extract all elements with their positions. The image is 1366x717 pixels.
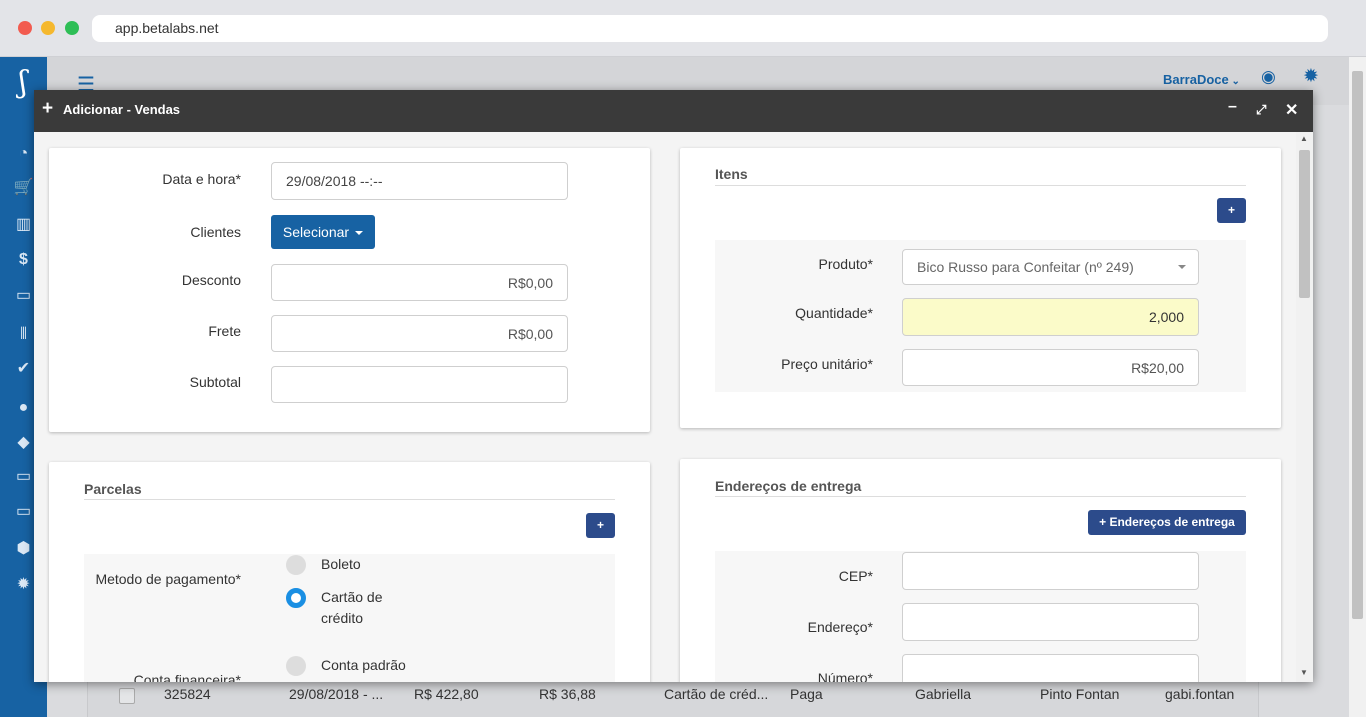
payment-method-label: Metodo de pagamento* [95, 571, 241, 587]
modal-header: + Adicionar - Vendas – ⤢ ✕ [34, 90, 1313, 132]
radio-default-account[interactable] [286, 656, 306, 676]
select-client-label: Selecionar [282, 224, 350, 240]
minimize-modal-button[interactable]: – [1228, 98, 1237, 116]
date-input[interactable]: 29/08/2018 --:-- [271, 162, 568, 200]
minimize-window-button[interactable] [41, 21, 55, 35]
subtotal-input[interactable] [271, 366, 568, 403]
number-input[interactable] [902, 654, 1199, 682]
expand-modal-button[interactable]: ⤢ [1256, 102, 1266, 118]
close-window-button[interactable] [18, 21, 32, 35]
subtotal-label: Subtotal [189, 374, 241, 390]
table-cell-payment: Cartão de créd... [664, 686, 769, 702]
item-row: Produto* Bico Russo para Confeitar (nº 2… [715, 240, 1246, 392]
page-scrollbar-thumb[interactable] [1352, 71, 1363, 619]
installments-title: Parcelas [84, 481, 142, 497]
discount-label: Desconto [181, 272, 241, 288]
installments-card: Parcelas + Metodo de pagamento* Boleto C… [49, 462, 650, 682]
maximize-window-button[interactable] [65, 21, 79, 35]
caret-down-icon [355, 231, 364, 236]
add-installment-button[interactable]: + [586, 513, 615, 538]
delivery-title: Endereços de entrega [715, 478, 862, 494]
scroll-down-icon[interactable]: ▼ [1300, 668, 1308, 677]
modal-scrollbar[interactable]: ▲ ▼ [1296, 132, 1313, 682]
quantity-input[interactable]: 2,000 [902, 298, 1199, 336]
table-cell-total: R$ 422,80 [414, 686, 479, 702]
freight-label: Frete [208, 323, 241, 339]
table-cell-first-name: Gabriella [915, 686, 972, 702]
clients-label: Clientes [190, 224, 241, 240]
modal-title: Adicionar - Vendas [63, 102, 181, 117]
items-divider [715, 185, 1246, 186]
product-value: Bico Russo para Confeitar (nº 249) [917, 259, 1134, 275]
modal-body: Data e hora* 29/08/2018 --:-- Clientes S… [34, 132, 1313, 682]
url-bar[interactable]: app.betalabs.net [92, 15, 1328, 42]
plus-icon: + [42, 98, 54, 119]
installment-row: Metodo de pagamento* Boleto Cartão de cr… [84, 554, 615, 682]
table-cell-status: Paga [790, 686, 823, 702]
add-item-button[interactable]: + [1217, 198, 1246, 223]
add-sale-modal: + Adicionar - Vendas – ⤢ ✕ Data e hora* … [34, 90, 1313, 682]
unit-price-label: Preço unitário* [781, 356, 873, 372]
page-scrollbar[interactable] [1349, 57, 1366, 717]
radio-boleto[interactable] [286, 555, 306, 575]
table-cell-date: 29/08/2018 - ... [289, 686, 384, 702]
select-client-button[interactable]: Selecionar [271, 215, 375, 249]
modal-scrollbar-thumb[interactable] [1299, 150, 1310, 298]
address-input[interactable] [902, 603, 1199, 641]
browser-chrome: app.betalabs.net [0, 0, 1366, 57]
date-label: Data e hora* [162, 171, 241, 187]
freight-input[interactable]: R$0,00 [271, 315, 568, 352]
company-selector[interactable]: BarraDoce ⌄ [1163, 72, 1240, 87]
add-address-button[interactable]: + Endereços de entrega [1088, 510, 1246, 535]
unit-price-input[interactable]: R$20,00 [902, 349, 1199, 386]
close-modal-button[interactable]: ✕ [1285, 100, 1298, 120]
general-info-card: Data e hora* 29/08/2018 --:-- Clientes S… [49, 148, 650, 432]
table-cell-id: 325824 [164, 686, 211, 702]
address-row: CEP* Endereço* Número* [715, 551, 1246, 682]
discount-input[interactable]: R$0,00 [271, 264, 568, 301]
table-cell-last-name: Pinto Fontan [1040, 686, 1120, 702]
scroll-up-icon[interactable]: ▲ [1300, 134, 1308, 143]
product-select[interactable]: Bico Russo para Confeitar (nº 249) [902, 249, 1199, 285]
company-name: BarraDoce [1163, 72, 1229, 87]
items-card: Itens + Produto* Bico Russo para Confeit… [680, 148, 1281, 428]
chevron-down-icon: ⌄ [1228, 76, 1240, 87]
number-label: Número* [817, 670, 873, 682]
cep-label: CEP* [838, 568, 873, 584]
items-title: Itens [715, 166, 748, 182]
gear-icon[interactable]: ✹ [1303, 65, 1319, 88]
row-checkbox[interactable] [119, 688, 135, 704]
caret-down-icon [1178, 265, 1186, 269]
radio-credit-card-label: Cartão de crédito [321, 589, 383, 626]
product-label: Produto* [818, 256, 873, 272]
address-label: Endereço* [807, 619, 873, 635]
table-cell-shipping: R$ 36,88 [539, 686, 596, 702]
installments-divider [84, 499, 615, 500]
radio-default-account-label: Conta padrão [321, 657, 406, 673]
delivery-card: Endereços de entrega + Endereços de entr… [680, 459, 1281, 682]
globe-icon[interactable]: ◉ [1261, 67, 1276, 87]
delivery-divider [715, 496, 1246, 497]
radio-credit-card[interactable] [286, 588, 306, 608]
radio-boleto-label: Boleto [321, 556, 361, 572]
account-label: Conta financeira* [133, 672, 241, 682]
quantity-label: Quantidade* [795, 305, 873, 321]
cep-input[interactable] [902, 552, 1199, 590]
table-cell-user: gabi.fontan [1165, 686, 1235, 702]
